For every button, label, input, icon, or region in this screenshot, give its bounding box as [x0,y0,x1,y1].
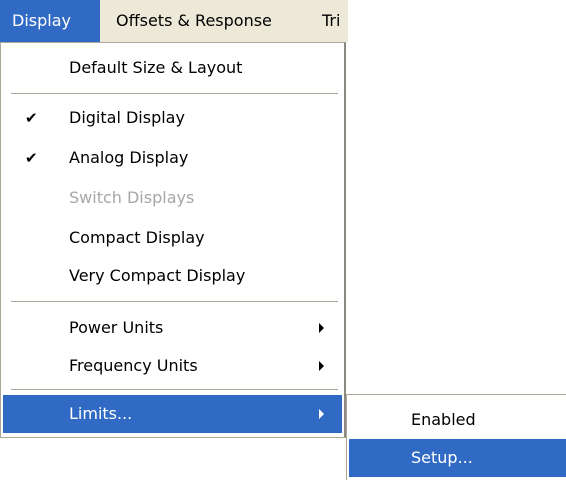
menu-item-label: Compact Display [69,228,205,247]
menu-item-label: Default Size & Layout [69,58,243,77]
menu-item-label: Switch Displays [69,188,195,207]
submenu-arrow-icon [319,323,324,333]
menu-item-switch-displays: Switch Displays [3,179,342,217]
menubar-display[interactable]: Display [0,0,100,42]
menu-separator [11,93,338,95]
submenu-item-label: Enabled [411,410,476,429]
submenu-item-setup[interactable]: Setup... [349,439,566,477]
menu-item-limits[interactable]: Limits... [3,395,342,433]
limits-submenu: Enabled Setup... [346,394,566,480]
menu-item-digital-display[interactable]: ✔ Digital Display [3,99,342,137]
menu-item-label: Power Units [69,318,164,337]
menu-item-very-compact-display[interactable]: Very Compact Display [3,257,342,295]
menubar-trigger-label: Tri [322,11,341,30]
menu-item-frequency-units[interactable]: Frequency Units [3,347,342,385]
menubar-display-label: Display [12,11,71,30]
display-menu: Default Size & Layout ✔ Digital Display … [0,42,346,438]
menubar: Display Offsets & Response Tri [0,0,348,42]
submenu-arrow-icon [319,361,324,371]
menubar-trigger[interactable]: Tri [310,0,348,42]
submenu-item-enabled[interactable]: Enabled [349,401,566,439]
checkmark-icon: ✔ [25,109,38,127]
checkmark-icon: ✔ [25,149,38,167]
menu-item-analog-display[interactable]: ✔ Analog Display [3,139,342,177]
menu-item-label: Frequency Units [69,356,198,375]
submenu-arrow-icon [319,409,324,419]
menu-item-power-units[interactable]: Power Units [3,309,342,347]
menu-item-label: Limits... [69,404,133,423]
menu-item-default-size-layout[interactable]: Default Size & Layout [3,49,342,87]
submenu-item-label: Setup... [411,448,473,467]
menu-separator [11,389,338,391]
menu-separator [11,301,338,303]
menu-item-compact-display[interactable]: Compact Display [3,219,342,257]
menu-item-label: Very Compact Display [69,266,246,285]
menubar-offsets-response-label: Offsets & Response [116,11,272,30]
menu-item-label: Analog Display [69,148,189,167]
menubar-offsets-response[interactable]: Offsets & Response [100,0,310,42]
menu-item-label: Digital Display [69,108,185,127]
